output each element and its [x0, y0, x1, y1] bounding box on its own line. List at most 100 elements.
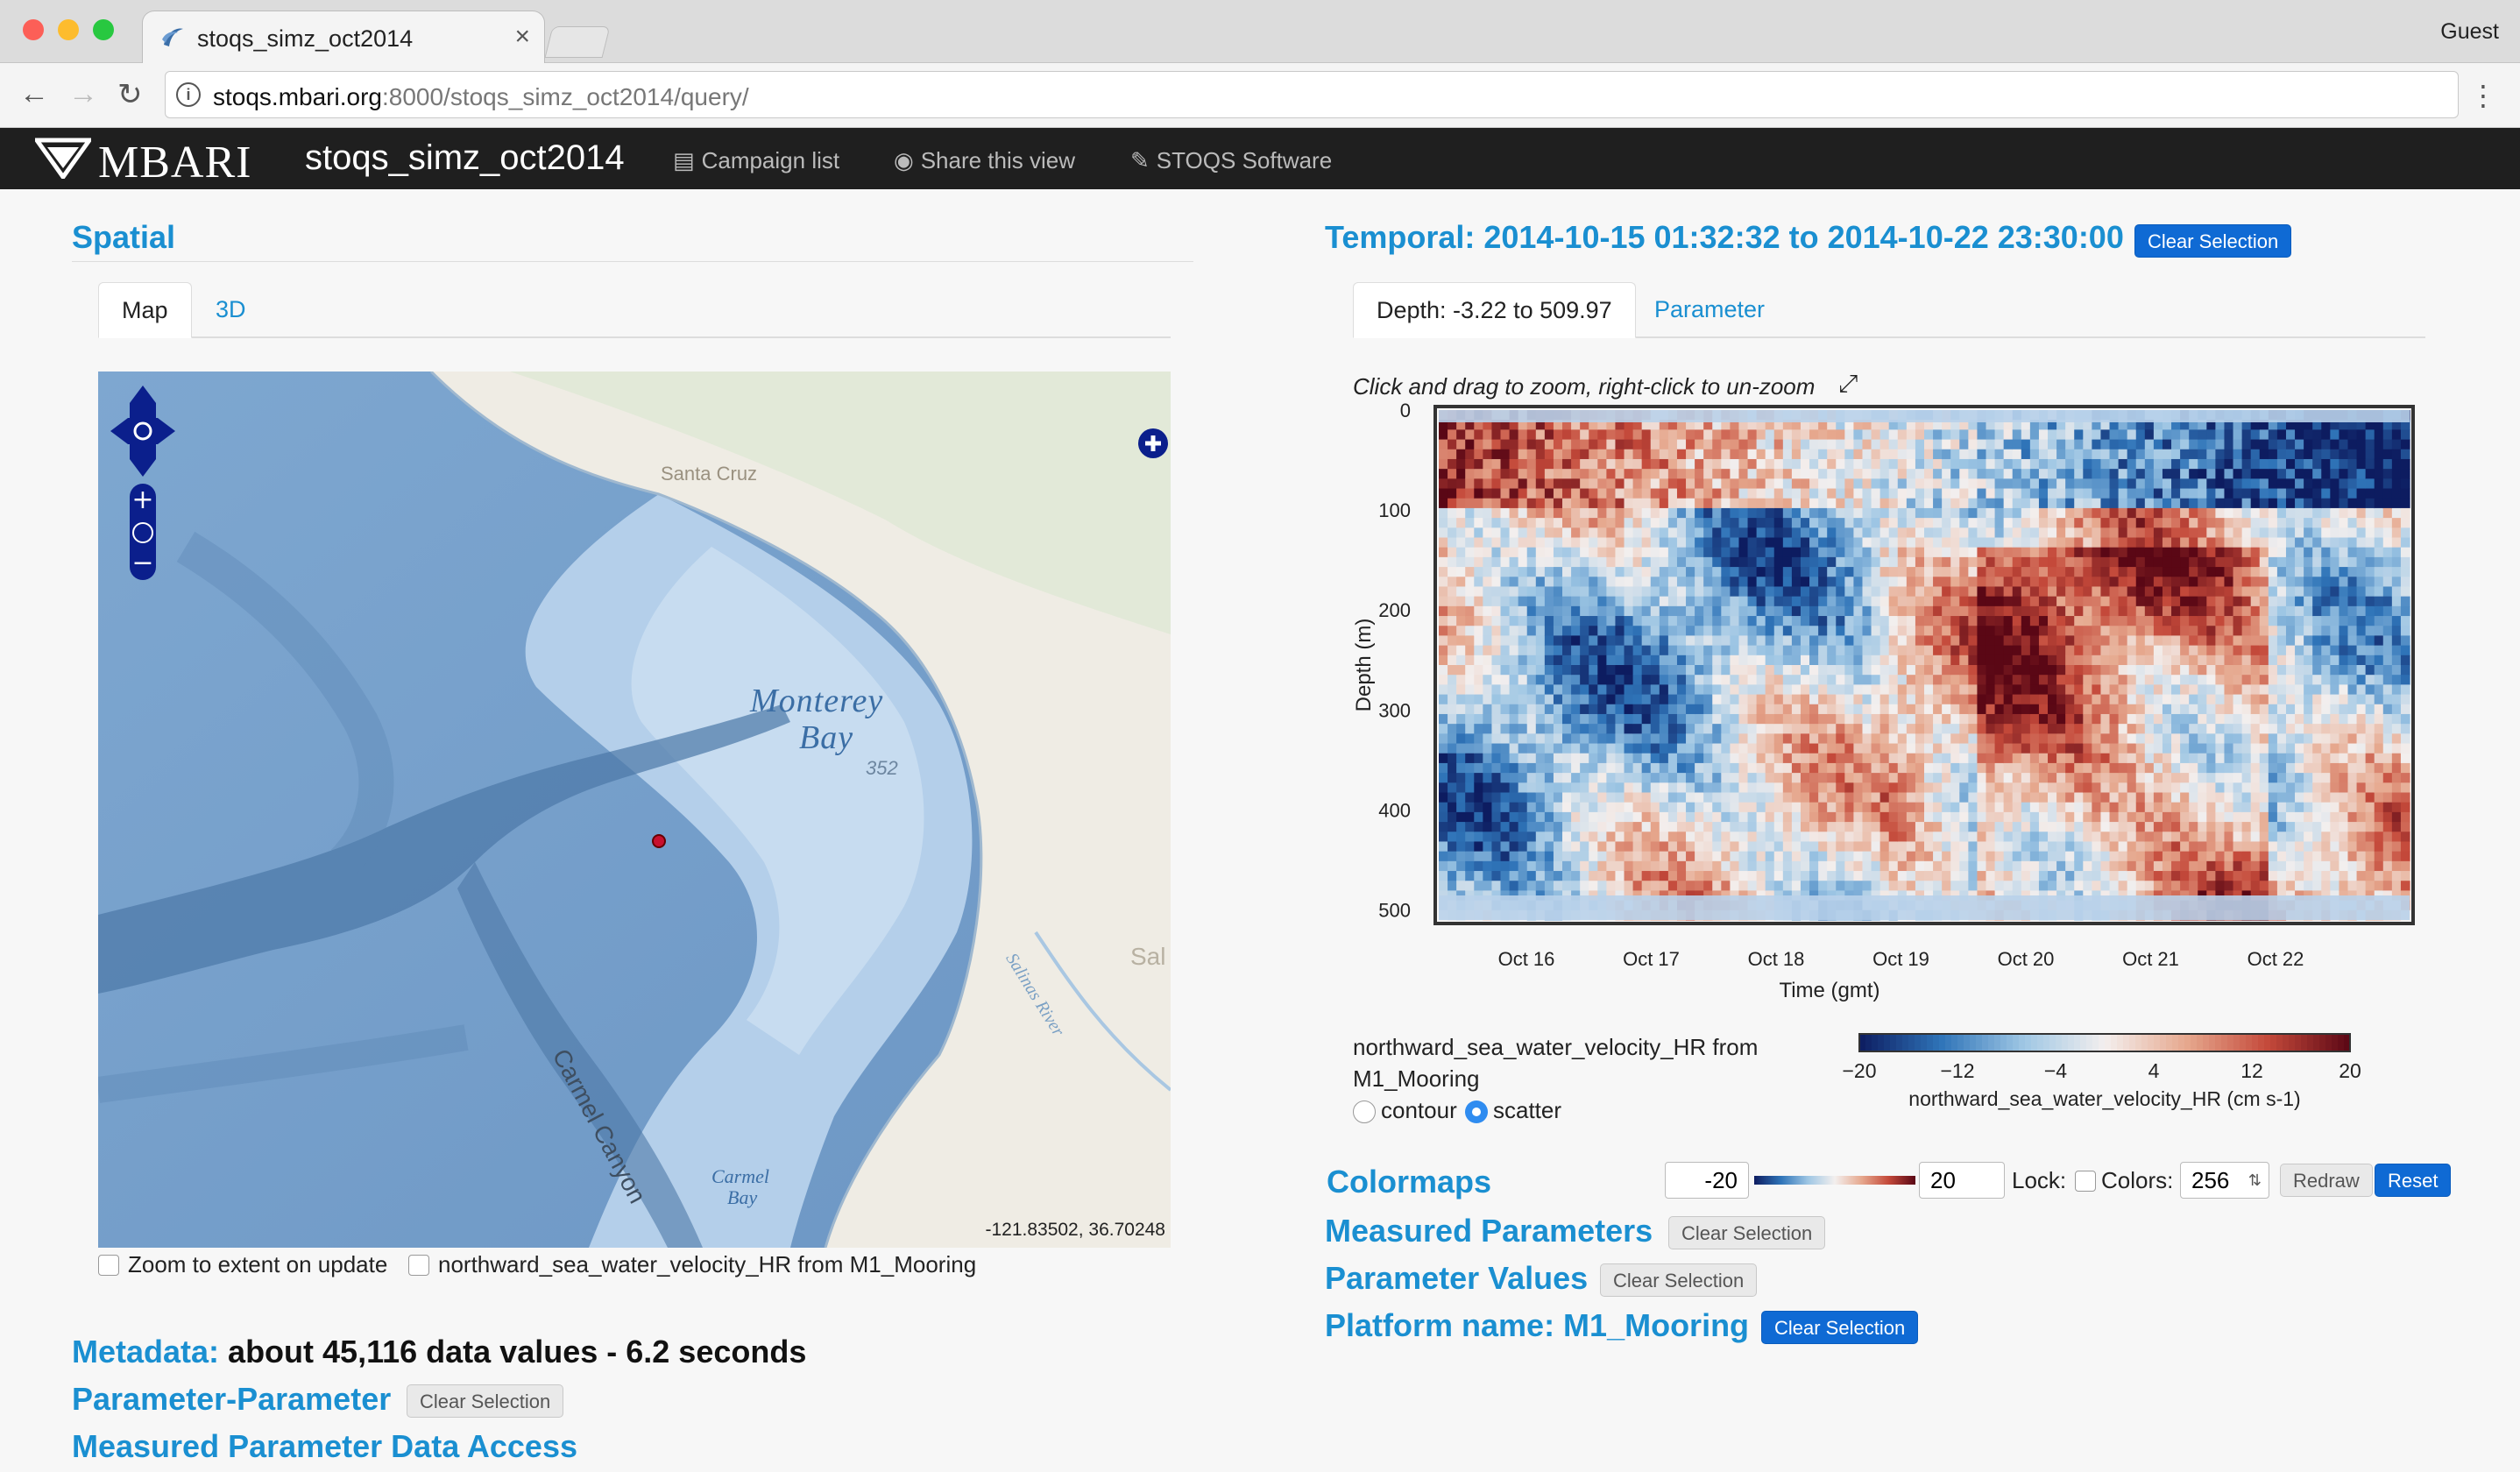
- heatmap-cell: [2135, 635, 2146, 647]
- heatmap-cell: [1809, 586, 1819, 598]
- heatmap-cell: [1544, 586, 1554, 598]
- browser-menu-icon[interactable]: ⋮: [2469, 79, 2497, 112]
- heatmap-cell: [1809, 498, 1819, 509]
- heatmap-cell: [1535, 773, 1546, 783]
- heatmap-cell: [1483, 577, 1493, 588]
- heatmap-cell: [1986, 822, 1996, 832]
- profile-label[interactable]: Guest: [2440, 19, 2499, 45]
- heatmap-cell: [1456, 586, 1466, 598]
- tab-map[interactable]: Map: [98, 282, 192, 338]
- heatmap-cell: [1659, 507, 1669, 519]
- share-view-link[interactable]: ◉ Share this view: [894, 147, 1075, 174]
- heatmap-cell: [2038, 724, 2049, 734]
- heatmap-cell: [1650, 626, 1660, 637]
- stoqs-software-link[interactable]: ✎ STOQS Software: [1130, 147, 1332, 174]
- map-view[interactable]: Santa Cruz Monterey Bay 352 Salinas Rive…: [98, 372, 1171, 1248]
- map-zoom-in-button[interactable]: [130, 485, 156, 515]
- heatmap-cell: [1465, 605, 1475, 617]
- tab-close-icon[interactable]: ×: [514, 22, 530, 52]
- temporal-clear-button[interactable]: Clear Selection: [2134, 224, 2292, 258]
- heatmap-cell: [1615, 665, 1625, 676]
- measured-parameter-data-access-heading[interactable]: Measured Parameter Data Access: [72, 1428, 577, 1465]
- heatmap-cell: [2224, 645, 2234, 656]
- map-pan-button[interactable]: [116, 386, 170, 477]
- heatmap-cell: [2038, 439, 2049, 450]
- heatmap-cell: [1853, 713, 1864, 725]
- tab-3d[interactable]: 3D: [193, 282, 269, 338]
- heatmap-cell: [1695, 675, 1704, 685]
- heatmap-cell: [2268, 713, 2278, 725]
- heatmap-cell: [1862, 577, 1872, 588]
- heatmap-cell: [1606, 773, 1617, 783]
- back-arrow-icon[interactable]: ←: [19, 77, 49, 111]
- heatmap-cell: [1809, 518, 1819, 528]
- heatmap-cell: [1888, 547, 1899, 558]
- heatmap-cell: [1756, 694, 1766, 705]
- heatmap-cell: [1915, 429, 1925, 441]
- heatmap-cell: [2180, 773, 2190, 783]
- param-layer-checkbox[interactable]: [408, 1255, 429, 1276]
- heatmap-cell: [2153, 851, 2163, 862]
- depth-time-plot[interactable]: 0100200300400500Oct 16 Oct 17 Oct 18 Oct 19…: [1348, 401, 2504, 1129]
- map-zoom-out-button[interactable]: [130, 547, 156, 577]
- zoom-extent-checkbox[interactable]: [98, 1255, 119, 1276]
- heatmap-cell: [2153, 626, 2163, 637]
- heatmap-cell: [1782, 635, 1793, 647]
- heatmap-cell: [1474, 832, 1483, 843]
- heatmap-cell: [1632, 743, 1643, 754]
- temporal-heading[interactable]: Temporal: 2014-10-15 01:32:32 to 2014-10…: [1325, 219, 2124, 256]
- browser-tab-active[interactable]: stoqs_simz_oct2014 ×: [142, 11, 545, 65]
- close-window-button[interactable]: [23, 19, 44, 40]
- metadata-heading[interactable]: Metadata: about 45,116 data values - 6.2…: [72, 1334, 806, 1370]
- reload-icon[interactable]: ↻: [117, 77, 143, 112]
- heatmap-cell: [1597, 832, 1607, 843]
- forward-arrow-icon[interactable]: →: [68, 77, 98, 111]
- heatmap-cell: [1994, 469, 2005, 479]
- heatmap-cell: [1526, 773, 1537, 783]
- heatmap-cell: [1650, 802, 1660, 813]
- heatmap-cell: [2048, 881, 2057, 892]
- layer-switcher-plus-icon[interactable]: [1137, 428, 1169, 459]
- new-tab-button[interactable]: [544, 26, 611, 58]
- spatial-heading[interactable]: Spatial: [72, 219, 175, 256]
- heatmap-cell: [1632, 626, 1643, 637]
- heatmap-cell: [1624, 429, 1634, 441]
- maximize-window-button[interactable]: [93, 19, 114, 40]
- heatmap-cell: [2083, 851, 2092, 862]
- param-param-clear-button[interactable]: Clear Selection: [407, 1384, 564, 1418]
- heatmap-cell: [1915, 596, 1925, 607]
- heatmap-cell: [1809, 429, 1819, 441]
- heatmap-cell: [1483, 684, 1493, 696]
- heatmap-cell: [1676, 439, 1687, 450]
- heatmap-cell: [1897, 881, 1908, 892]
- heatmap-cell: [1676, 841, 1687, 853]
- heatmap-cell: [1632, 498, 1643, 509]
- minimize-window-button[interactable]: [58, 19, 79, 40]
- heatmap-cell: [2241, 822, 2252, 832]
- heatmap-cell: [2224, 488, 2234, 499]
- m1-mooring-marker[interactable]: [652, 834, 666, 848]
- heatmap-cell: [1535, 724, 1546, 734]
- heatmap-cell: [2056, 449, 2066, 460]
- heatmap-cell: [2092, 577, 2102, 588]
- heatmap-cell: [2074, 586, 2084, 598]
- heatmap-cell: [1773, 498, 1784, 509]
- heatmap-cell: [2206, 743, 2216, 754]
- heatmap-cell: [1606, 694, 1617, 705]
- heatmap-cell: [2021, 762, 2031, 774]
- campaign-brand[interactable]: stoqs_simz_oct2014: [305, 138, 625, 178]
- expand-icon[interactable]: ⤢: [1838, 370, 1858, 399]
- heatmap-cell: [1491, 832, 1502, 843]
- tab-depth[interactable]: Depth: -3.22 to 509.97: [1353, 282, 1636, 338]
- heatmap-cell: [1791, 518, 1802, 528]
- campaign-list-link[interactable]: ▤ Campaign list: [673, 147, 839, 174]
- url-field[interactable]: i stoqs.mbari.org:8000/stoqs_simz_oct201…: [165, 71, 2459, 118]
- heatmap-cell: [1879, 488, 1890, 499]
- heatmap-cell: [1491, 567, 1502, 577]
- heatmap-cell: [1606, 469, 1617, 479]
- site-info-icon[interactable]: i: [176, 82, 201, 107]
- parameter-parameter-heading[interactable]: Parameter-Parameter: [72, 1381, 391, 1418]
- tab-parameter[interactable]: Parameter: [1632, 282, 1787, 338]
- map-zoom-world-icon[interactable]: [130, 517, 156, 543]
- heatmap-cell: [1624, 881, 1634, 892]
